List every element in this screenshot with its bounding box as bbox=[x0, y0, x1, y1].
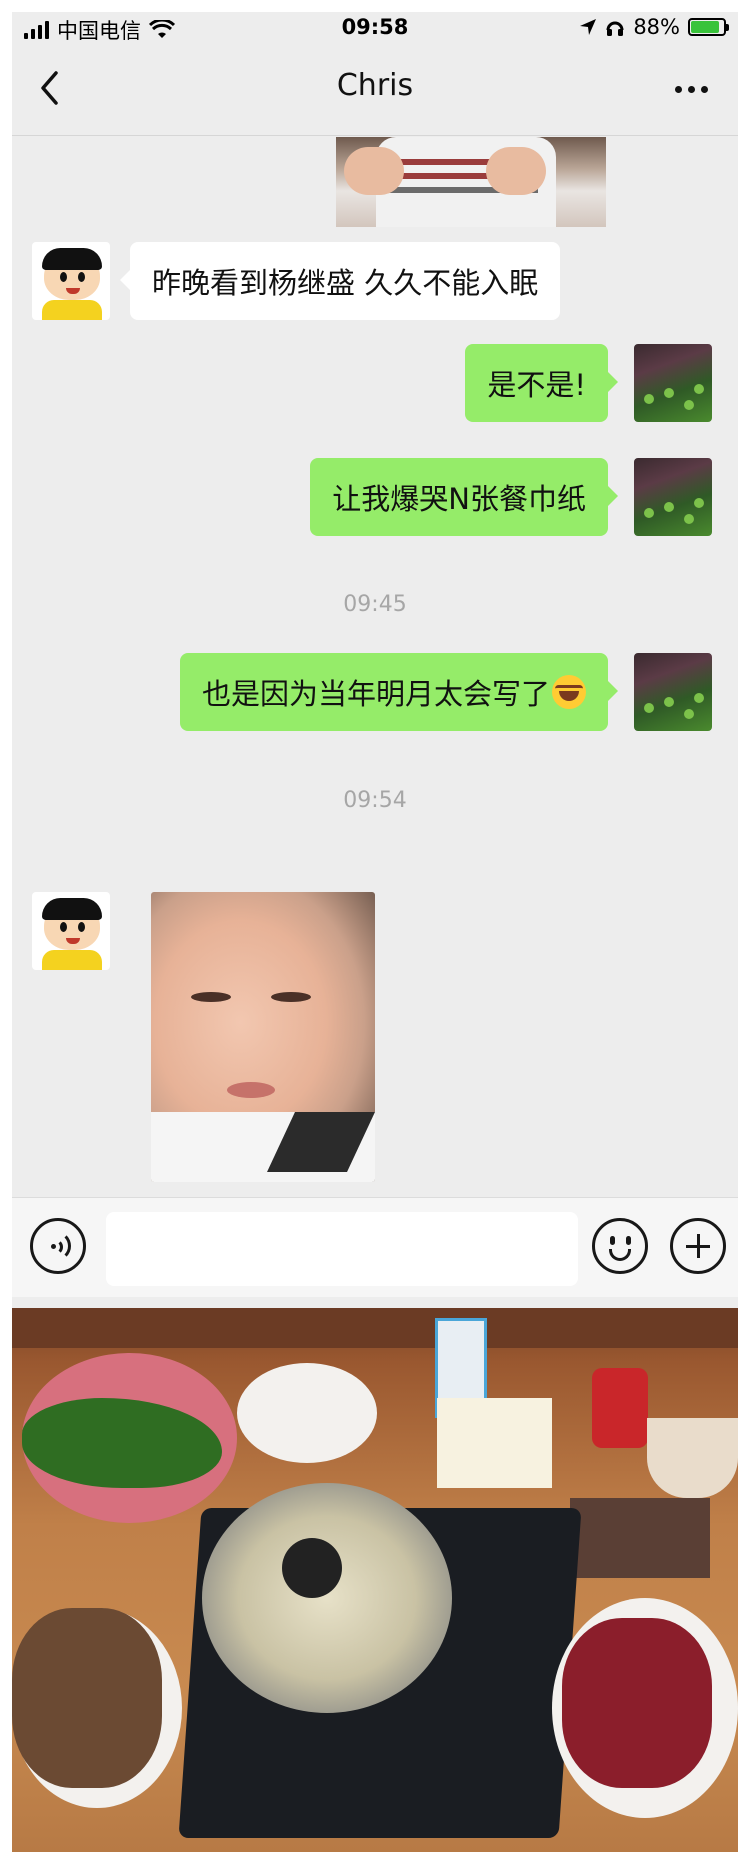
location-icon bbox=[580, 19, 597, 35]
contact-avatar[interactable] bbox=[32, 892, 110, 970]
status-right: 88% bbox=[579, 15, 729, 39]
message-input[interactable] bbox=[106, 1212, 578, 1286]
plus-icon[interactable] bbox=[670, 1218, 726, 1274]
chat-title: Chris bbox=[336, 68, 414, 103]
message-bubble-incoming[interactable]: 昨晚看到杨继盛 久久不能入眠 bbox=[119, 242, 561, 320]
input-bar bbox=[12, 1197, 738, 1297]
message-bubble-outgoing[interactable]: 让我爆哭N张餐巾纸 bbox=[310, 458, 618, 536]
more-icon[interactable] bbox=[675, 86, 708, 93]
contact-avatar[interactable] bbox=[32, 242, 110, 320]
nav-bar: Chris bbox=[12, 42, 738, 136]
battery-icon bbox=[688, 18, 729, 36]
my-avatar[interactable] bbox=[634, 653, 712, 731]
timestamp: 09:54 bbox=[343, 788, 407, 813]
image-message[interactable] bbox=[151, 892, 375, 1182]
my-avatar[interactable] bbox=[634, 458, 712, 536]
my-avatar[interactable] bbox=[634, 344, 712, 422]
emoji-icon[interactable] bbox=[592, 1218, 648, 1274]
headphones-icon bbox=[606, 21, 624, 36]
battery-percent: 88% bbox=[633, 15, 680, 39]
status-bar: 中国电信 09:58 88% bbox=[12, 12, 738, 43]
message-bubble-outgoing[interactable]: 是不是! bbox=[465, 344, 618, 422]
timestamp: 09:45 bbox=[343, 592, 407, 617]
chat-message-list[interactable]: 昨晚看到杨继盛 久久不能入眠 是不是! 让我爆哭N张餐巾纸 09:45 也是因为… bbox=[12, 137, 738, 1022]
food-photo bbox=[12, 1308, 738, 1852]
battery-fill bbox=[691, 21, 720, 33]
message-bubble-outgoing[interactable]: 也是因为当年明月太会写了 bbox=[179, 653, 619, 731]
image-message[interactable] bbox=[336, 137, 606, 227]
voice-icon[interactable] bbox=[30, 1218, 86, 1274]
tears-of-joy-emoji-icon bbox=[552, 675, 586, 709]
message-text: 也是因为当年明月太会写了 bbox=[201, 677, 550, 711]
chat-screen: 中国电信 09:58 88% Chris 昨晚看到杨继盛 久久不能入眠 是不是!… bbox=[12, 12, 738, 1308]
